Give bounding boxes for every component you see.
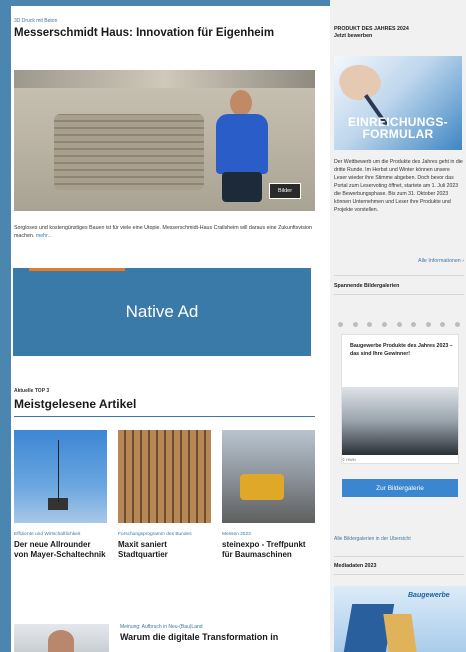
opinion-title[interactable]: Warum die digitale Transformation in [120, 632, 310, 642]
card-title[interactable]: Der neue Allrounder von Mayer-Schaltechn… [14, 540, 107, 560]
top-article-card-2[interactable]: Forschungsprogramm des Bundes Maxit sani… [118, 430, 211, 560]
top3-kicker: Aktuelle TOP 3 [14, 388, 50, 394]
winners-group-photo[interactable] [342, 387, 458, 455]
dot[interactable] [352, 322, 358, 327]
dot[interactable] [455, 322, 460, 327]
article-title[interactable]: Messerschmidt Haus: Innovation für Eigen… [14, 26, 316, 41]
dot[interactable] [396, 322, 402, 327]
card-title[interactable]: steinexpo - Treffpunkt für Baumaschinen [222, 540, 315, 560]
section-divider [14, 416, 315, 417]
card-category: Forschungsprogramm des Bundes [118, 532, 192, 537]
dot[interactable] [411, 322, 417, 327]
gallery-heading: Spannende Bildergalerien [334, 283, 400, 289]
to-gallery-button[interactable]: Zur Bildergalerie [342, 479, 458, 497]
baugewerbe-logo: Baugewerbe [408, 592, 450, 599]
submission-form-banner[interactable]: EINREICHUNGS-FORMULAR [334, 56, 462, 150]
dot[interactable] [440, 322, 446, 327]
gallery-button[interactable]: Bilder [269, 183, 301, 199]
dot[interactable] [338, 322, 343, 327]
gallery-card[interactable]: Baugewerbe Produkte des Jahres 2023 – da… [341, 334, 459, 464]
article-teaser: Sorgloses und kostengünstiges Bauen ist … [14, 224, 314, 240]
top3-title: Meistgelesene Artikel [14, 397, 137, 411]
opinion-thumbnail[interactable] [14, 624, 109, 652]
product-of-year-heading: PRODUKT DES JAHRES 2024 Jetzt bewerben [334, 26, 409, 39]
card-title[interactable]: Maxit saniert Stadtquartier [118, 540, 211, 560]
concrete-print-wall [54, 114, 204, 190]
native-ad-label: Native Ad [125, 302, 199, 321]
native-ad-block[interactable]: Native Ad [13, 268, 311, 356]
gallery-pagination-dots[interactable] [338, 322, 460, 327]
all-galleries-link[interactable]: Alle Bildergalerien in der Übersicht [334, 536, 466, 542]
article-kicker[interactable]: 3D Druck mit Beton [14, 18, 316, 24]
dot[interactable] [425, 322, 431, 327]
photo-credit: © HWH [342, 457, 356, 462]
more-link[interactable]: mehr... [36, 233, 52, 239]
crane-thumbnail[interactable] [14, 430, 107, 523]
dot[interactable] [381, 322, 387, 327]
dot[interactable] [367, 322, 373, 327]
left-edge-bar [0, 0, 11, 652]
top-article-card-3[interactable]: Messen 2023 steinexpo - Treffpunkt für B… [222, 430, 315, 560]
media-data-heading: Mediadaten 2023 [334, 563, 377, 569]
banner-text: EINREICHUNGS-FORMULAR [348, 115, 448, 141]
teaser-text: Sorgloses und kostengünstiges Bauen ist … [14, 225, 312, 239]
scaffold-thumbnail[interactable] [118, 430, 211, 523]
media-data-banner[interactable]: Baugewerbe [334, 586, 466, 652]
all-info-link[interactable]: Alle Informationen › [334, 258, 464, 264]
featured-article: 3D Druck mit Beton Messerschmidt Haus: I… [14, 18, 316, 41]
opinion-kicker: Meinung: Aufbruch in Neu-(Bau)Land [120, 624, 203, 630]
card-category: Effiziente und Wirtschaftlichkeit [14, 532, 81, 537]
gallery-title[interactable]: Baugewerbe Produkte des Jahres 2023 – da… [350, 343, 454, 358]
competition-description: Der Wettbewerb um die Produkte des Jahre… [334, 159, 463, 213]
person-figure [210, 90, 274, 202]
top-article-card-1[interactable]: Effiziente und Wirtschaftlichkeit Der ne… [14, 430, 107, 560]
loader-thumbnail[interactable] [222, 430, 315, 523]
card-category: Messen 2023 [222, 532, 251, 537]
